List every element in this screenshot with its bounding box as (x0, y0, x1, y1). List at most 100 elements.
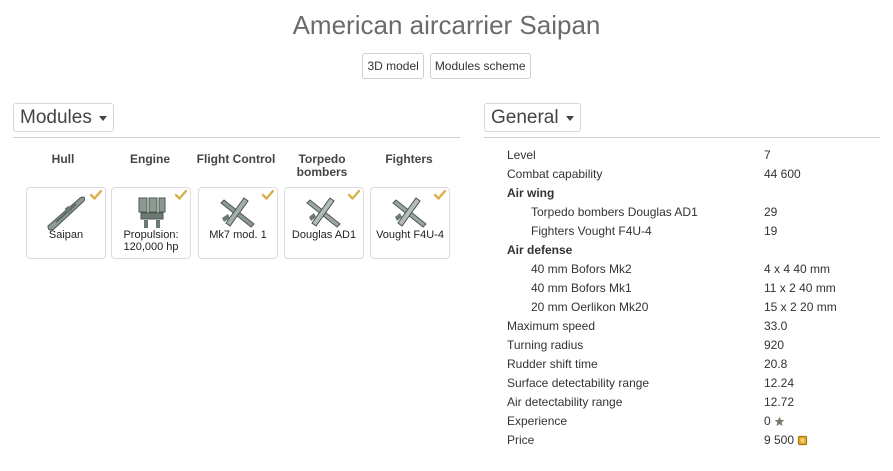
stat-value: 20.8 (764, 355, 787, 374)
stat-value-text: 9 500 (764, 433, 795, 447)
general-dropdown-label: General (491, 107, 559, 128)
stat-value: 11 x 2 40 mm (764, 279, 836, 298)
stat-value-text: 11 x 2 40 mm (764, 281, 836, 295)
checkmark-icon (175, 189, 187, 200)
plane-icon (220, 197, 255, 228)
stat-value: 15 x 2 20 mm (764, 298, 837, 317)
module-card-hull[interactable]: Saipan (26, 187, 106, 259)
module-header-engine: Engine (129, 152, 170, 166)
checkmark-icon (262, 189, 274, 200)
stat-label: 40 mm Bofors Mk2 (531, 262, 632, 276)
stat-row-air-detectability: Air detectability range 12.72 (507, 393, 887, 412)
stat-value: 0 (764, 412, 785, 431)
general-section-header: General (484, 103, 581, 133)
stat-value: 920 (764, 336, 784, 355)
stat-label: Surface detectability range (507, 376, 650, 390)
stat-value-text: 0 (764, 414, 771, 428)
stat-value-text: 4 x 4 40 mm (764, 262, 831, 276)
module-card-torpedo-bombers[interactable]: Douglas AD1 (284, 187, 364, 259)
engine-icon (138, 197, 166, 228)
stat-label: Combat capability (507, 167, 603, 181)
stat-row-rudder-shift: Rudder shift time 20.8 (507, 355, 887, 374)
stat-row-combat-capability: Combat capability 44 600 (507, 165, 887, 184)
stat-value: 7 (764, 146, 771, 165)
general-divider (484, 137, 880, 138)
stat-row-oerlikon: 20 mm Oerlikon Mk20 15 x 2 20 mm (507, 298, 887, 317)
module-card-engine[interactable]: Propulsion: 120,000 hp (111, 187, 191, 259)
stat-value: 19 (764, 222, 777, 241)
stat-group-air-wing: Air wing (507, 184, 887, 203)
stat-label: Maximum speed (507, 319, 596, 333)
module-card-flight-control[interactable]: Mk7 mod. 1 (198, 187, 278, 259)
stat-value: 9 500 (764, 431, 808, 450)
modules-scheme-button[interactable]: Modules scheme (429, 53, 531, 79)
star-icon (774, 416, 784, 426)
general-dropdown[interactable]: General (484, 103, 581, 132)
stat-label: Price (507, 433, 535, 447)
modules-divider (13, 137, 460, 138)
module-header-hull: Hull (51, 152, 75, 166)
stat-label: Torpedo bombers Douglas AD1 (531, 205, 698, 219)
stat-label: Air detectability range (507, 395, 623, 409)
module-header-flight-control: Flight Control (196, 152, 276, 166)
module-card-label: Mk7 mod. 1 (209, 229, 267, 241)
stat-value-text: 920 (764, 338, 785, 352)
module-card-fighters[interactable]: Vought F4U-4 (370, 187, 450, 259)
general-table: Level 7 Combat capability 44 600 Air wing … (507, 146, 887, 450)
stat-row-bofors-mk2: 40 mm Bofors Mk2 4 x 4 40 mm (507, 260, 887, 279)
modules-dropdown-label: Modules (20, 107, 92, 128)
stat-label: 20 mm Oerlikon Mk20 (531, 300, 649, 314)
modules-section-header: Modules (13, 103, 114, 133)
plane-icon (392, 197, 427, 228)
stat-value: 4 x 4 40 mm (764, 260, 830, 279)
stat-label: Level (507, 148, 536, 162)
stat-value: 29 (764, 203, 777, 222)
module-card-label: Vought F4U-4 (376, 229, 444, 241)
caret-down-icon (98, 116, 107, 121)
stat-value-text: 33.0 (764, 319, 788, 333)
module-card-label: Douglas AD1 (291, 229, 357, 241)
stat-label: 40 mm Bofors Mk1 (531, 281, 632, 295)
stat-label: Turning radius (507, 338, 584, 352)
3d-model-button[interactable]: 3D model (362, 53, 424, 79)
module-header-fighters: Fighters (385, 152, 433, 166)
stat-row-experience: Experience 0 (507, 412, 887, 431)
stat-row-turning-radius: Turning radius 920 (507, 336, 887, 355)
modules-dropdown[interactable]: Modules (13, 103, 114, 132)
checkmark-icon (90, 189, 102, 200)
stat-value-text: 12.72 (764, 395, 795, 409)
top-buttons: 3D model Modules scheme (0, 53, 893, 79)
checkmark-icon (348, 189, 360, 200)
module-card-label: Saipan (48, 229, 84, 241)
stat-value-text: 29 (764, 205, 778, 219)
caret-down-icon (565, 116, 574, 121)
stat-label: Rudder shift time (507, 357, 598, 371)
stat-row-fighters: Fighters Vought F4U-4 19 (507, 222, 887, 241)
stat-value: 12.72 (764, 393, 794, 412)
stat-row-torpedo-bombers: Torpedo bombers Douglas AD1 29 (507, 203, 887, 222)
stat-value-text: 19 (764, 224, 778, 238)
stat-value-text: 20.8 (764, 357, 788, 371)
page-title: American aircarrier Saipan (292, 10, 601, 40)
stat-label: Experience (507, 414, 568, 428)
stat-row-max-speed: Maximum speed 33.0 (507, 317, 887, 336)
stat-value-text: 44 600 (764, 167, 801, 181)
stat-group-air-defense: Air defense (507, 241, 887, 260)
plane-icon (306, 197, 341, 228)
stat-group-label: Air defense (507, 243, 573, 257)
module-header-torpedo-bombers: Torpedo bombers (296, 152, 348, 179)
module-card-label: Propulsion: 120,000 hp (123, 229, 179, 253)
stat-value-text: 15 x 2 20 mm (764, 300, 837, 314)
stat-row-surface-detectability: Surface detectability range 12.24 (507, 374, 887, 393)
stat-row-price: Price 9 500 (507, 431, 887, 450)
stat-row-bofors-mk1: 40 mm Bofors Mk1 11 x 2 40 mm (507, 279, 887, 298)
ship-icon (47, 196, 85, 231)
stat-value: 44 600 (764, 165, 801, 184)
stat-label: Fighters Vought F4U-4 (531, 224, 652, 238)
stat-row-level: Level 7 (507, 146, 887, 165)
stat-value-text: 7 (764, 148, 771, 162)
credits-icon (797, 435, 808, 446)
stat-group-label: Air wing (507, 186, 555, 200)
stat-value-text: 12.24 (764, 376, 795, 390)
stat-value: 12.24 (764, 374, 794, 393)
